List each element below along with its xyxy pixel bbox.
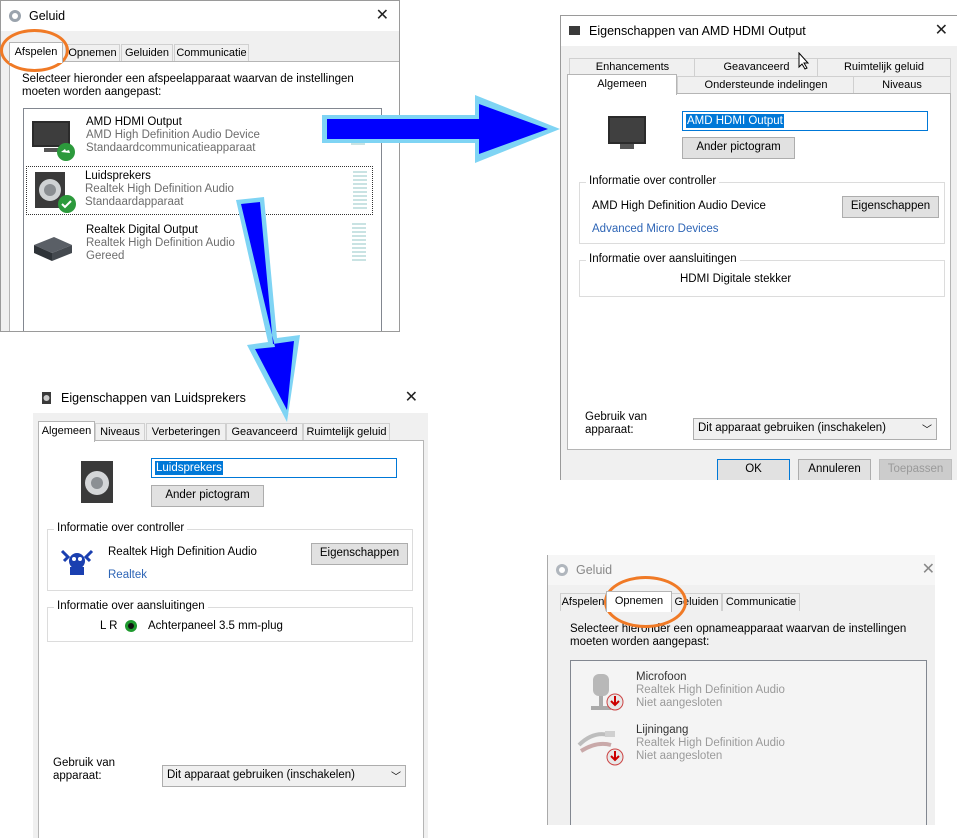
tab-algemeen[interactable]: Algemeen [38,421,95,442]
tab-afspelen[interactable]: Afspelen [9,42,63,63]
annotation-arrows [236,95,560,422]
arrow-to-hdmi-properties [322,95,560,163]
arrow-to-speakers-properties [236,197,300,422]
tab-algemeen[interactable]: Algemeen [567,74,677,95]
tab-opnemen[interactable]: Opnemen [606,591,672,612]
